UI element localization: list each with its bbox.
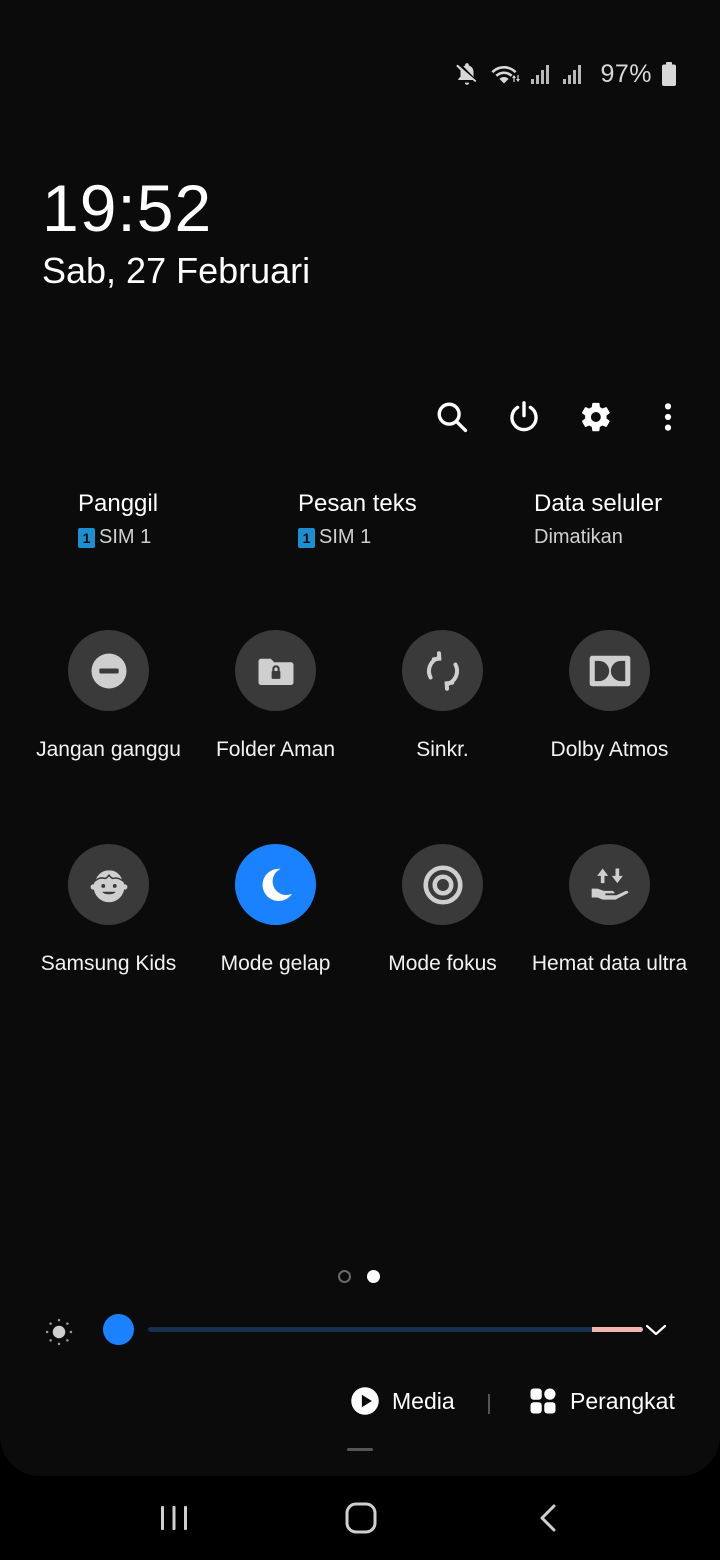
page-dot[interactable] [338,1270,351,1283]
top-actions [428,392,692,442]
media-label: Media [392,1387,455,1414]
sync-icon[interactable] [402,630,483,711]
message-shortcut-sub: 1 SIM 1 [298,526,417,549]
tile-label: Samsung Kids [40,952,177,975]
tile-label: Folder Aman [215,738,336,761]
navigation-bar [0,1476,720,1560]
signal-sim1-icon [530,62,552,86]
brightness-thumb[interactable] [102,1314,134,1345]
divider [488,1394,490,1414]
mobile-data-status-text: Dimatikan [534,526,623,548]
data-saver-icon[interactable] [569,844,650,925]
back-icon[interactable] [534,1498,564,1543]
devices-button[interactable]: Perangkat [528,1386,675,1416]
devices-grid-icon [530,1388,556,1414]
chevron-down-icon[interactable] [644,1318,668,1347]
call-shortcut-sub: 1 SIM 1 [78,526,158,549]
focus-icon[interactable] [402,844,483,925]
mobile-data-shortcut[interactable]: Data seluler Dimatikan [534,490,662,549]
sim-badge-icon: 1 [298,527,315,548]
mobile-data-status: Dimatikan [534,526,662,549]
page-indicator [338,1270,380,1283]
secure-folder-icon[interactable] [235,630,316,711]
search-icon[interactable] [428,392,476,442]
call-shortcut-title: Panggil [78,490,159,517]
tile-label: Jangan ganggu [36,738,181,761]
tile-label: Mode gelap [220,952,331,975]
tile-label: Mode fokus [388,952,497,975]
signal-sim2-icon [562,62,584,86]
brightness-icon [44,1317,74,1352]
call-shortcut[interactable]: Panggil 1 SIM 1 [78,490,158,549]
kids-icon[interactable] [68,844,149,925]
wifi-icon [490,61,521,87]
tile-dark-mode[interactable]: Mode gelap [192,844,359,976]
message-shortcut-title: Pesan teks [298,490,417,517]
message-shortcut[interactable]: Pesan teks 1 SIM 1 [298,490,417,549]
power-icon[interactable] [500,392,548,442]
tile-label: Dolby Atmos [550,738,669,761]
more-vert-icon[interactable] [644,392,692,442]
brightness-slider[interactable] [148,1327,643,1332]
tile-sync[interactable]: Sinkr. [359,630,526,762]
mobile-data-title: Data seluler [534,490,663,517]
devices-label: Perangkat [570,1387,675,1414]
call-shortcut-sim: SIM 1 [99,526,152,548]
page-dot-active[interactable] [367,1270,380,1283]
shortcuts-row: Panggil 1 SIM 1 Pesan teks 1 SIM 1 Data … [0,490,720,560]
recents-icon[interactable] [158,1498,190,1543]
tile-do-not-disturb[interactable]: Jangan ganggu [25,630,192,762]
media-button[interactable]: Media [350,1386,455,1416]
brightness-high-zone [592,1327,643,1332]
clock-time: 19:52 [42,171,213,245]
do-not-disturb-icon[interactable] [68,630,149,711]
home-icon[interactable] [342,1498,380,1543]
moon-icon[interactable] [235,844,316,925]
play-icon [351,1387,379,1415]
status-bar: 97% [454,56,676,92]
panel-drag-handle[interactable] [347,1448,373,1451]
clock-date: Sab, 27 Februari [42,250,311,291]
tile-data-saver[interactable]: Hemat data ultra [526,844,693,976]
tile-dolby-atmos[interactable]: Dolby Atmos [526,630,693,762]
quick-panel: 97% 19:52 Sab, 27 Februari Panggil 1 SIM… [0,0,720,1476]
tile-label: Hemat data ultra [531,952,688,975]
tile-focus-mode[interactable]: Mode fokus [359,844,526,976]
dolby-icon[interactable] [569,630,650,711]
mute-icon [454,61,480,87]
tile-samsung-kids[interactable]: Samsung Kids [25,844,192,976]
sim-badge-icon: 1 [78,527,95,548]
message-shortcut-sim: SIM 1 [319,526,372,548]
media-devices-row: Media Perangkat [0,1380,720,1426]
tile-secure-folder[interactable]: Folder Aman [192,630,359,762]
battery-icon [662,62,676,86]
tile-label: Sinkr. [416,738,469,761]
gear-icon[interactable] [572,392,620,442]
brightness-control [44,1310,684,1350]
battery-percent: 97% [600,59,652,88]
